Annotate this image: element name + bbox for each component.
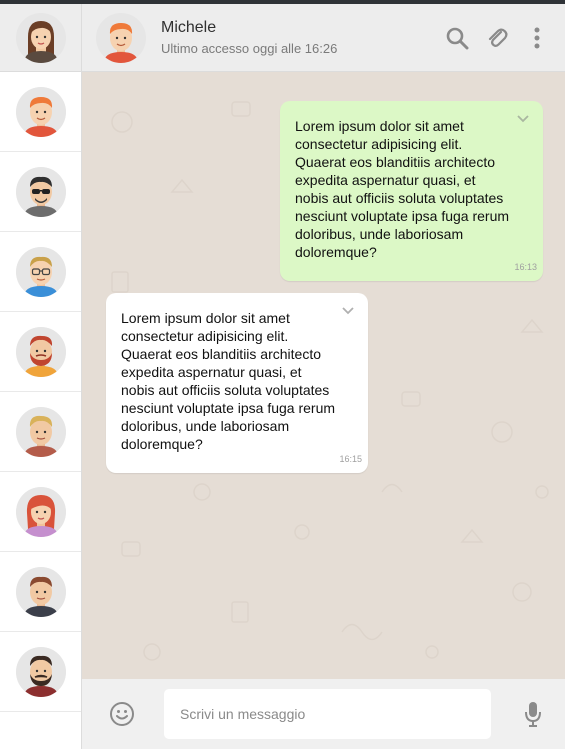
contact-item[interactable] — [0, 72, 81, 152]
contact-avatar — [15, 326, 66, 377]
header-actions — [443, 24, 551, 52]
menu-button[interactable] — [523, 24, 551, 52]
contact-avatar — [15, 646, 66, 697]
avatar-glasses-man-icon — [15, 246, 66, 297]
message-received[interactable]: Lorem ipsum dolor sit amet consectetur a… — [106, 293, 368, 473]
sidebar — [0, 4, 82, 749]
chat-app: Michele Ultimo accesso oggi alle 16:26 L… — [0, 4, 565, 749]
message-input[interactable] — [164, 689, 491, 739]
contact-item[interactable] — [0, 472, 81, 552]
avatar-bearded-man-icon — [15, 326, 66, 377]
more-vertical-icon — [534, 27, 540, 48]
contact-name: Michele — [161, 19, 217, 36]
contact-avatar — [15, 566, 66, 617]
chat-header: Michele Ultimo accesso oggi alle 16:26 — [82, 4, 565, 72]
avatar-ginger-man-icon — [15, 86, 66, 137]
avatar-brown-hair-man-icon — [15, 566, 66, 617]
emoji-button[interactable] — [108, 700, 136, 728]
last-seen-status: Ultimo accesso oggi alle 16:26 — [161, 41, 338, 56]
contact-item[interactable] — [0, 232, 81, 312]
avatar-ginger-man-icon — [96, 12, 146, 63]
avatar-red-hair-woman-icon — [15, 486, 66, 537]
contact-item[interactable] — [0, 312, 81, 392]
microphone-icon — [525, 702, 541, 727]
avatar-sunglasses-man-icon — [15, 166, 66, 217]
message-list: Lorem ipsum dolor sit amet consectetur a… — [82, 72, 565, 679]
contact-item[interactable] — [0, 632, 81, 712]
avatar-mustache-man-icon — [15, 646, 66, 697]
contact-info[interactable]: Michele Ultimo accesso oggi alle 16:26 — [161, 19, 443, 56]
user-avatar[interactable] — [15, 12, 66, 63]
sidebar-profile[interactable] — [0, 4, 81, 72]
contact-avatar — [15, 166, 66, 217]
message-text: Lorem ipsum dolor sit amet consectetur a… — [121, 310, 336, 452]
contact-avatar — [15, 86, 66, 137]
contact-avatar — [15, 486, 66, 537]
contact-header-avatar[interactable] — [96, 12, 146, 63]
contact-avatar — [15, 406, 66, 457]
contact-avatar — [15, 246, 66, 297]
smiley-icon — [110, 702, 134, 726]
search-button[interactable] — [443, 24, 471, 52]
paperclip-icon — [488, 28, 508, 47]
voice-message-button[interactable] — [519, 700, 547, 728]
avatar-woman-icon — [15, 12, 66, 63]
message-text: Lorem ipsum dolor sit amet consectetur a… — [295, 118, 510, 260]
chevron-down-icon[interactable] — [342, 307, 354, 315]
chat-panel: Michele Ultimo accesso oggi alle 16:26 L… — [82, 4, 565, 749]
attach-button[interactable] — [483, 24, 511, 52]
contact-item[interactable] — [0, 392, 81, 472]
contact-item[interactable] — [0, 552, 81, 632]
message-time: 16:13 — [514, 262, 537, 272]
chevron-down-icon[interactable] — [517, 115, 529, 123]
message-composer — [82, 679, 565, 749]
message-time: 16:15 — [339, 454, 362, 464]
message-sent[interactable]: Lorem ipsum dolor sit amet consectetur a… — [280, 101, 543, 281]
search-icon — [446, 27, 469, 49]
contact-item[interactable] — [0, 152, 81, 232]
avatar-blond-man-icon — [15, 406, 66, 457]
